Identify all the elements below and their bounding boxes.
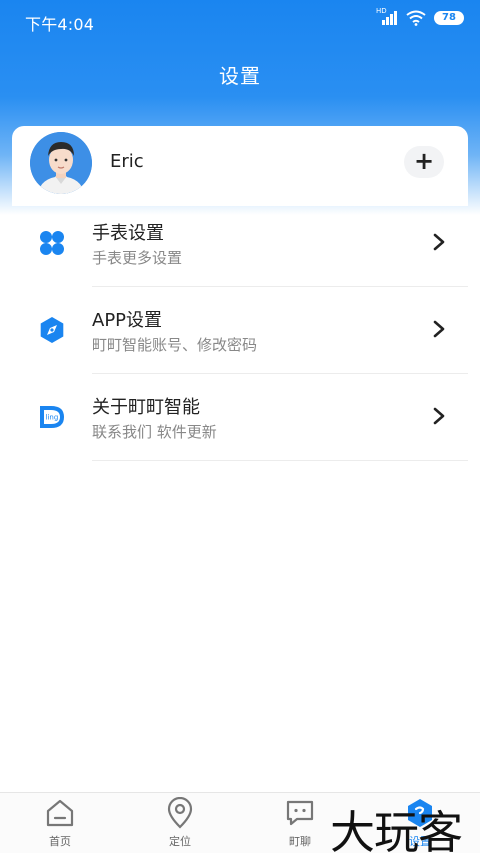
divider: [92, 460, 468, 461]
avatar[interactable]: [30, 132, 92, 194]
settings-menu: 手表设置 手表更多设置 APP设置 町町智能账号、修改密码 ling 关于町町智…: [0, 200, 480, 461]
chat-icon: [286, 800, 314, 826]
tab-label: 定位: [169, 835, 191, 848]
menu-item-subtitle: 町町智能账号、修改密码: [92, 336, 258, 354]
page-title: 设置: [219, 64, 261, 88]
ling-text: ling: [46, 414, 59, 422]
menu-item-title: 手表设置: [92, 223, 164, 244]
app-root: 下午4:04 HD 78 设置 Eric + 手表设置 手表更多设置 APP设置…: [0, 0, 480, 853]
chevron-right-icon: [433, 320, 445, 338]
watermark-logo: 大玩客: [330, 806, 463, 853]
tab-location[interactable]: 定位: [120, 793, 240, 853]
menu-item-watch-settings[interactable]: 手表设置 手表更多设置: [0, 200, 480, 287]
location-icon: [167, 797, 193, 829]
signal-icon: HD: [376, 7, 398, 26]
profile-card[interactable]: Eric +: [12, 126, 468, 206]
menu-item-subtitle: 手表更多设置: [92, 249, 183, 267]
hd-label: HD: [376, 7, 387, 15]
menu-item-about[interactable]: ling 关于町町智能 联系我们 软件更新: [0, 374, 480, 461]
menu-item-app-settings[interactable]: APP设置 町町智能账号、修改密码: [0, 287, 480, 374]
battery-indicator: 78: [434, 11, 464, 25]
menu-item-subtitle: 联系我们 软件更新: [92, 423, 217, 441]
profile-name: Eric: [110, 151, 144, 172]
watch-settings-icon: [40, 231, 64, 255]
tab-home[interactable]: 首页: [0, 793, 120, 853]
menu-item-title: 关于町町智能: [92, 397, 200, 418]
status-icons: HD 78: [376, 7, 464, 26]
home-icon: [46, 799, 74, 827]
about-ling-icon: ling: [40, 406, 64, 428]
chevron-right-icon: [433, 407, 445, 425]
add-device-button[interactable]: +: [404, 146, 444, 178]
chevron-right-icon: [433, 233, 445, 251]
wifi-icon: [406, 10, 426, 26]
app-settings-icon: [40, 317, 64, 343]
status-bar: 下午4:04 HD 78: [0, 0, 480, 42]
status-time: 下午4:04: [25, 15, 95, 34]
menu-item-title: APP设置: [92, 310, 163, 331]
tab-label: 首页: [49, 835, 71, 848]
